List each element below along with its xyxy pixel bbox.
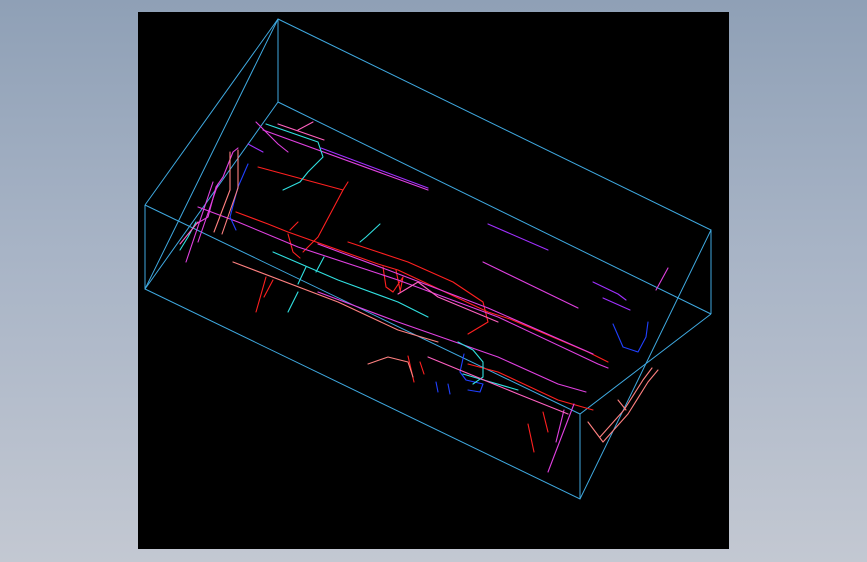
salmon-curve-1 [367,356,414,378]
wireframe-model[interactable] [138,12,729,549]
magenta-vertical-left [185,181,219,263]
violet-short-2 [247,143,264,153]
red-upper-run [257,166,349,253]
red-lower-run [467,363,594,411]
magenta-right-run [482,261,579,309]
magenta-long-run-1 [262,129,429,191]
red-main-run [235,211,609,363]
salmon-right-frame [587,367,659,443]
blue-stub-1 [435,381,451,395]
blue-piping [229,163,649,395]
blue-center-loop [459,353,484,393]
blue-right-loop [612,321,649,353]
model-viewport[interactable] [138,12,729,549]
box-bottom-edges [144,204,712,499]
red-drop-1 [255,276,274,313]
magenta-long-run-3 [317,243,594,355]
violet-piping [247,143,631,311]
red-piping [235,166,609,453]
red-drop-2 [527,411,549,453]
cyan-short-diag [359,223,381,243]
cyan-lower-run [462,373,519,391]
violet-mid-run [487,223,549,251]
box-front-edge [144,18,279,206]
magenta-stub-right [655,267,669,291]
salmon-stub-right [617,399,627,411]
pink-lower-run [427,356,569,415]
bounding-box [144,18,712,500]
cyan-stub-2 [287,291,299,313]
violet-right-run [592,281,627,301]
red-riser-1 [287,221,301,259]
cad-screen: { "viewport": { "background": "#000000",… [0,0,867,562]
box-top-face [144,18,712,500]
cyan-piping [179,123,519,391]
red-branch-1 [347,241,489,335]
magenta-lower-run [317,291,587,393]
magenta-right-drop [547,403,575,473]
